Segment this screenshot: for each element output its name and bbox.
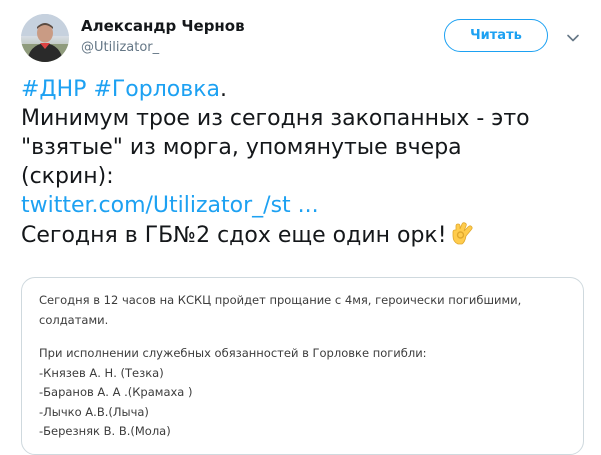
card-name-item: -Лычко А.В.(Лыча) [39, 404, 149, 419]
card-name-item: -Березняк В. В.(Мола) [39, 424, 171, 438]
follow-button[interactable]: Читать [444, 19, 548, 52]
card-line-3: При исполнении служебных обязанностей в … [39, 346, 427, 360]
author-name[interactable]: Александр Чернов [81, 17, 245, 35]
tweet-period: . [219, 77, 227, 102]
card-name-item: -Баранов А. А .(Крамаха ) [39, 385, 193, 399]
card-line-2: солдатами. [39, 312, 109, 327]
card-text: Сегодня в 12 часов на КСКЦ пройдет проща… [39, 291, 569, 442]
tweet-line-hashtags: #ДНР #Горловка. [21, 75, 591, 104]
tweet-line-4: (скрин): [21, 164, 114, 189]
tweet-line-2: Минимум трое из сегодня закопанных - это [21, 106, 530, 131]
author-handle[interactable]: @Utilizator_ [81, 40, 159, 55]
ok-hand-emoji-icon [450, 220, 474, 254]
tweet-line-6-text: Сегодня в ГБ№2 сдох еще один орк! [21, 223, 447, 248]
card-line-1: Сегодня в 12 часов на КСКЦ пройдет проща… [39, 293, 522, 307]
hashtag-gorlovka[interactable]: #Горловка [93, 77, 220, 102]
tweet-line-3: "взятые" из морга, упомянутые вчера [21, 135, 462, 160]
tweet-link[interactable]: twitter.com/Utilizator_/st ... [21, 193, 319, 218]
quoted-screenshot-card[interactable]: Сегодня в 12 часов на КСКЦ пройдет проща… [21, 277, 584, 455]
chevron-down-icon[interactable] [566, 30, 580, 44]
avatar[interactable] [21, 14, 69, 62]
tweet-link-line: twitter.com/Utilizator_/st ... [21, 191, 591, 220]
tweet-text: #ДНР #Горловка. Минимум трое из сегодня … [21, 75, 591, 254]
card-name-item: -Князев А. Н. (Тезка) [39, 365, 164, 380]
tweet-line-6: Сегодня в ГБ№2 сдох еще один орк! [21, 220, 591, 254]
hashtag-dnr[interactable]: #ДНР [21, 77, 86, 102]
